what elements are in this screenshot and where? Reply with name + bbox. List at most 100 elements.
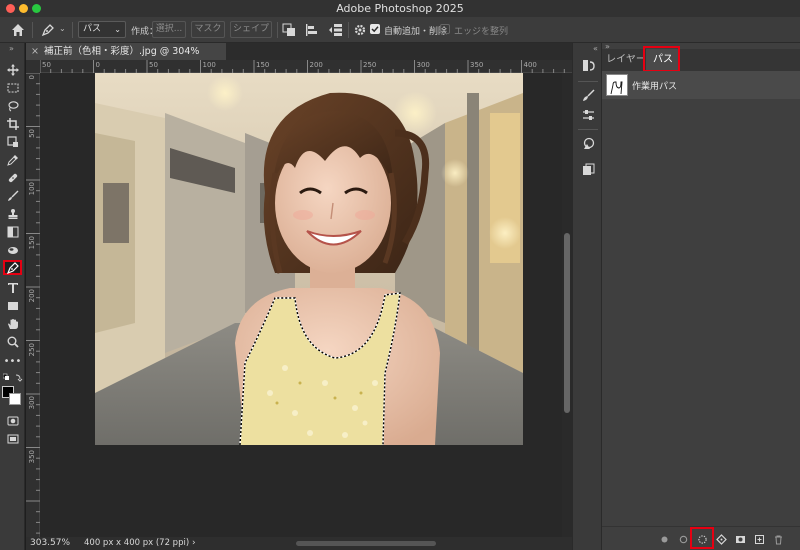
ruler-label: 200	[28, 289, 36, 303]
fill-path-icon	[661, 536, 667, 542]
type-tool-icon	[7, 282, 18, 293]
path-settings-button[interactable]	[353, 23, 367, 37]
document-tab[interactable]: × 補正前（色相・彩度）.jpg @ 304% (RGB/8) *	[26, 43, 226, 74]
screen-mode-icon	[7, 434, 18, 443]
path-arrangement-button[interactable]	[328, 23, 344, 37]
vertical-ruler[interactable]: 0 50 100 150 200 250 300 350	[26, 73, 40, 537]
move-tool-icon	[6, 63, 19, 76]
screen-mode-button[interactable]	[3, 431, 22, 446]
ruler-label: 100	[28, 182, 36, 196]
frame-tool-icon	[6, 135, 18, 147]
brush-tool[interactable]	[3, 188, 22, 203]
path-selection-tool[interactable]	[3, 298, 22, 313]
horizontal-ruler[interactable]: 50050100150200250300350400450	[40, 60, 590, 73]
close-tab-icon[interactable]: ×	[31, 43, 39, 60]
hand-tool[interactable]	[3, 316, 22, 331]
more-tools-button[interactable]: •••	[3, 354, 22, 369]
history-icon	[582, 59, 595, 71]
clone-stamp-tool[interactable]	[3, 206, 22, 221]
shapes-icon	[583, 137, 594, 149]
title-bar: Adobe Photoshop 2025	[0, 0, 800, 17]
path-list-item[interactable]: 作業用パス	[602, 71, 800, 99]
collapse-toolbar-icon[interactable]: »	[9, 44, 14, 53]
vertical-scrollbar[interactable]	[562, 73, 572, 537]
swap-colors-button[interactable]	[2, 373, 23, 383]
history-panel-button[interactable]	[580, 57, 596, 73]
eraser-tool-icon	[7, 246, 18, 254]
ellipsis-icon: •••	[3, 356, 22, 367]
collapse-dock-icon[interactable]: «	[593, 44, 598, 53]
ruler-label: 400	[523, 61, 537, 69]
gear-icon	[354, 24, 366, 36]
path-thumbnail	[606, 74, 628, 96]
brush-settings-button[interactable]	[580, 87, 596, 103]
document-canvas[interactable]	[40, 73, 562, 537]
portrait-photo	[95, 73, 523, 445]
ruler-label: 150	[256, 61, 270, 69]
tools-panel: » •••	[0, 43, 25, 550]
eyedropper-tool-icon	[6, 154, 18, 166]
ruler-label: 300	[28, 396, 36, 410]
tool-mode-value: パス	[83, 24, 102, 34]
lasso-tool-icon	[7, 100, 19, 111]
adjustments-button[interactable]	[580, 107, 596, 123]
marquee-tool[interactable]	[3, 80, 22, 95]
healing-brush-tool[interactable]	[3, 170, 22, 185]
home-button[interactable]	[10, 22, 26, 38]
align-edges-label: エッジを整列	[454, 27, 509, 37]
path-name: 作業用パス	[632, 82, 678, 92]
quick-mask-button[interactable]	[3, 413, 22, 428]
path-operations-button[interactable]	[282, 23, 296, 37]
new-path-button[interactable]	[752, 532, 766, 546]
make-work-path-button[interactable]	[714, 532, 728, 546]
healing-brush-icon	[8, 173, 17, 182]
frame-tool[interactable]	[3, 134, 22, 149]
lasso-tool[interactable]	[3, 98, 22, 113]
chevron-down-icon: ⌄	[59, 24, 66, 33]
status-menu-arrow[interactable]: ›	[192, 537, 196, 550]
pen-tool-selected[interactable]	[3, 260, 22, 275]
layer-comps-icon	[582, 163, 594, 175]
hand-tool-icon	[7, 318, 18, 329]
quick-mask-icon	[7, 416, 18, 425]
eyedropper-tool[interactable]	[3, 152, 22, 167]
shapes-panel-button[interactable]	[580, 135, 596, 151]
zoom-tool-icon	[7, 336, 19, 348]
fill-path-button[interactable]	[657, 532, 671, 546]
zoom-tool[interactable]	[3, 334, 22, 349]
layer-comps-button[interactable]	[580, 161, 596, 177]
path-alignment-button[interactable]	[305, 23, 319, 37]
scrollbar-thumb[interactable]	[564, 233, 570, 413]
ruler-label: 50	[28, 128, 36, 138]
move-tool[interactable]	[3, 62, 22, 77]
crop-tool[interactable]	[3, 116, 22, 131]
tool-mode-select[interactable]: パス ⌄	[78, 21, 126, 38]
marquee-tool-icon	[7, 83, 18, 92]
tool-preset-picker[interactable]: ⌄	[40, 22, 68, 38]
document-image[interactable]	[95, 73, 523, 445]
brush-settings-icon	[582, 88, 595, 101]
delete-path-button[interactable]	[771, 532, 785, 546]
swap-colors-icon	[2, 373, 23, 382]
app-title: Adobe Photoshop 2025	[336, 2, 464, 15]
stroke-path-icon	[679, 535, 687, 543]
selection-button[interactable]: 選択...	[152, 21, 186, 38]
type-tool[interactable]	[3, 280, 22, 295]
document-tab-bar: × 補正前（色相・彩度）.jpg @ 304% (RGB/8) *	[26, 43, 576, 74]
paths-panel: » ≡ レイヤー パス 作業用パス	[602, 42, 800, 550]
mask-button[interactable]: マスク	[191, 21, 225, 38]
ruler-label: 150	[28, 235, 36, 249]
ruler-origin[interactable]	[26, 60, 40, 73]
auto-add-delete-checkbox[interactable]	[370, 24, 380, 34]
stroke-path-button[interactable]	[676, 532, 690, 546]
horizontal-scrollbar[interactable]	[296, 541, 436, 546]
background-color-swatch[interactable]	[9, 393, 21, 405]
shape-button[interactable]: シェイプ	[230, 21, 272, 38]
tab-layers[interactable]: レイヤー	[606, 49, 646, 71]
add-mask-button[interactable]	[733, 532, 747, 546]
align-edges-checkbox[interactable]	[440, 24, 450, 34]
eraser-tool[interactable]	[3, 242, 22, 257]
zoom-level[interactable]: 303.57%	[30, 537, 70, 550]
clone-stamp-icon	[8, 208, 17, 219]
history-brush-tool[interactable]	[3, 224, 22, 239]
